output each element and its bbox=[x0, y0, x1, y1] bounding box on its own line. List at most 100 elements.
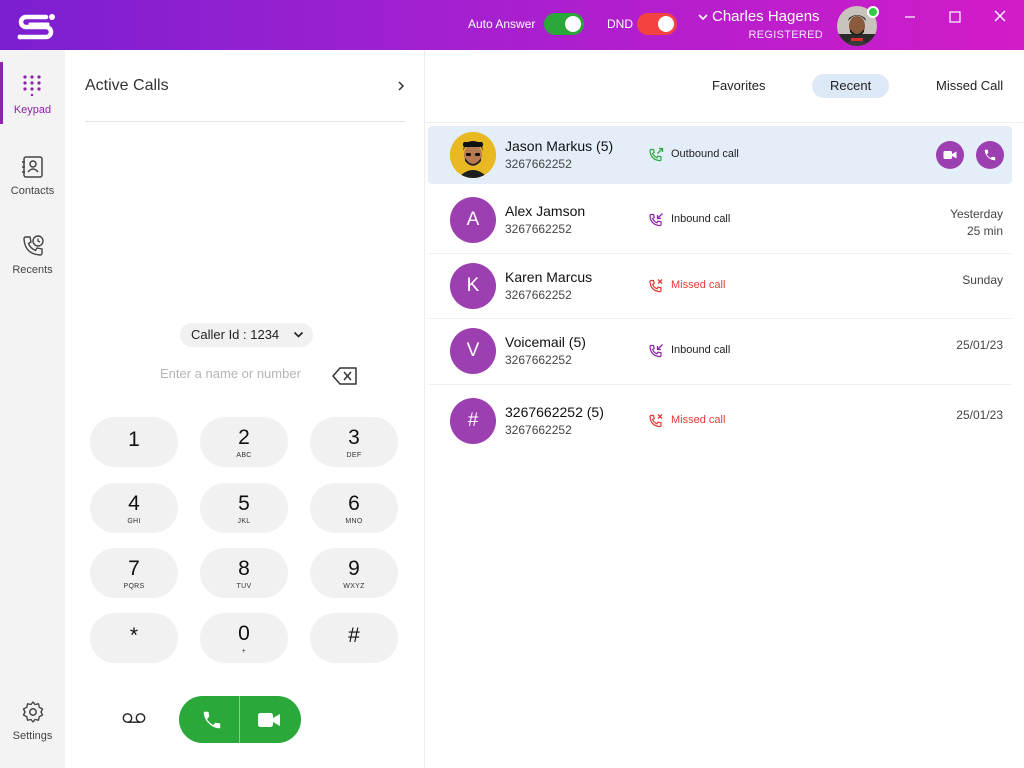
tab-recent[interactable]: Recent bbox=[812, 74, 890, 98]
contact-number: 3267662252 bbox=[505, 222, 572, 236]
key-2[interactable]: 2 ABC bbox=[200, 417, 288, 467]
key-5[interactable]: 5 JKL bbox=[200, 483, 288, 533]
registration-status: REGISTERED bbox=[748, 29, 823, 41]
key-3[interactable]: 3 DEF bbox=[310, 417, 398, 467]
key-star[interactable]: * bbox=[90, 613, 178, 663]
key-7[interactable]: 7 PQRS bbox=[90, 548, 178, 598]
gear-icon bbox=[22, 701, 44, 723]
keypad-icon bbox=[23, 75, 41, 96]
key-digit: 1 bbox=[128, 428, 140, 451]
key-letters: ABC bbox=[236, 452, 252, 459]
missed-call-icon bbox=[648, 413, 664, 429]
backspace-icon[interactable] bbox=[332, 367, 358, 385]
recent-call-row[interactable]: K Karen Marcus 3267662252 Missed call Sunday bbox=[428, 257, 1012, 315]
recents-panel: Favorites Recent Missed Call Jason Marku… bbox=[425, 50, 1024, 768]
key-letters: JKL bbox=[237, 518, 251, 525]
voicemail-icon[interactable] bbox=[122, 711, 146, 725]
nav-item-recents[interactable]: Recents bbox=[0, 222, 65, 292]
minimize-icon[interactable] bbox=[898, 8, 922, 28]
call-time: Sunday bbox=[962, 272, 1003, 289]
recent-call-row[interactable]: A Alex Jamson 3267662252 Inbound call Yester… bbox=[428, 191, 1012, 249]
inbound-call-icon bbox=[648, 343, 664, 359]
key-letters: DEF bbox=[346, 452, 362, 459]
contacts-icon bbox=[22, 156, 43, 178]
key-8[interactable]: 8 TUV bbox=[200, 548, 288, 598]
call-date: Yesterday bbox=[950, 207, 1003, 221]
video-call-button[interactable] bbox=[240, 696, 301, 743]
recent-call-row[interactable]: V Voicemail (5) 3267662252 Inbound call 25/0… bbox=[428, 322, 1012, 380]
call-type-label: Missed call bbox=[671, 414, 726, 426]
key-9[interactable]: 9 WXYZ bbox=[310, 548, 398, 598]
row-voice-call-button[interactable] bbox=[976, 141, 1004, 169]
contact-name: Karen Marcus bbox=[505, 269, 593, 285]
key-digit: 3 bbox=[348, 426, 360, 449]
call-date: 25/01/23 bbox=[956, 338, 1003, 352]
call-button-group bbox=[179, 696, 301, 743]
contact-number: 3267662252 bbox=[505, 353, 572, 367]
key-0[interactable]: 0 + bbox=[200, 613, 288, 663]
call-type-label: Missed call bbox=[671, 279, 726, 291]
key-6[interactable]: 6 MNO bbox=[310, 483, 398, 533]
video-camera-icon bbox=[943, 151, 957, 159]
key-hash[interactable]: # bbox=[310, 613, 398, 663]
key-digit: 5 bbox=[238, 492, 250, 515]
nav-item-settings[interactable]: Settings bbox=[0, 688, 65, 758]
contact-name: 3267662252 (5) bbox=[505, 404, 604, 420]
tab-favorites[interactable]: Favorites bbox=[694, 74, 783, 98]
phone-icon bbox=[203, 711, 221, 729]
recent-call-row[interactable]: Jason Markus (5) 3267662252 Outbound call bbox=[428, 126, 1012, 184]
call-date: Sunday bbox=[962, 273, 1003, 287]
divider bbox=[425, 122, 1024, 123]
key-letters: + bbox=[241, 648, 247, 655]
online-status-dot bbox=[867, 6, 879, 18]
inbound-call-icon bbox=[648, 212, 664, 228]
contact-number: 3267662252 bbox=[505, 288, 572, 302]
nav-label: Contacts bbox=[10, 185, 55, 197]
close-icon[interactable] bbox=[988, 8, 1012, 28]
contact-avatar-initial: A bbox=[450, 197, 496, 243]
outbound-call-icon bbox=[648, 147, 664, 163]
nav-item-contacts[interactable]: Contacts bbox=[0, 143, 65, 213]
chevron-right-icon[interactable] bbox=[395, 79, 407, 93]
voice-call-button[interactable] bbox=[179, 696, 240, 743]
row-video-call-button[interactable] bbox=[936, 141, 964, 169]
key-digit: 6 bbox=[348, 492, 360, 515]
contact-avatar-initial: # bbox=[450, 398, 496, 444]
call-type-label: Inbound call bbox=[671, 213, 731, 225]
key-1[interactable]: 1 bbox=[90, 417, 178, 467]
tab-missed-call[interactable]: Missed Call bbox=[918, 74, 1021, 98]
contact-avatar-photo bbox=[450, 132, 496, 178]
app-logo-icon bbox=[17, 14, 55, 40]
nav-label: Recents bbox=[12, 264, 53, 276]
chevron-down-icon[interactable] bbox=[697, 11, 709, 23]
contact-name: Jason Markus (5) bbox=[505, 138, 614, 154]
auto-answer-toggle[interactable] bbox=[544, 13, 584, 35]
key-digit: # bbox=[348, 624, 360, 647]
caller-id-value: Caller Id : 1234 bbox=[191, 327, 280, 342]
contact-avatar-initial: V bbox=[450, 328, 496, 374]
keypad-panel: Active Calls Caller Id : 1234 1 2 ABC 3 DEF 4… bbox=[65, 50, 425, 768]
video-camera-icon bbox=[258, 713, 280, 727]
contact-number: 3267662252 bbox=[505, 423, 572, 437]
contact-name: Voicemail (5) bbox=[505, 334, 586, 350]
active-calls-title[interactable]: Active Calls bbox=[85, 77, 169, 95]
dnd-toggle[interactable] bbox=[637, 13, 677, 35]
key-4[interactable]: 4 GHI bbox=[90, 483, 178, 533]
call-duration: 25 min bbox=[966, 224, 1003, 238]
key-digit: * bbox=[129, 624, 139, 647]
recent-call-row[interactable]: #3267662252 (5) 3267662252 Missed call 25/0… bbox=[428, 392, 1012, 450]
maximize-icon[interactable] bbox=[943, 8, 967, 28]
key-letters: PQRS bbox=[123, 583, 145, 590]
call-time: Yesterday 25 min bbox=[950, 206, 1003, 240]
nav-item-keypad[interactable]: Keypad bbox=[0, 62, 65, 132]
row-divider bbox=[428, 318, 1012, 319]
recents-icon bbox=[23, 235, 44, 256]
dial-number-input[interactable] bbox=[160, 366, 330, 381]
caller-id-select[interactable]: Caller Id : 1234 bbox=[180, 323, 314, 347]
dnd-label: DND bbox=[607, 17, 633, 31]
key-digit: 8 bbox=[238, 557, 250, 580]
key-digit: 4 bbox=[128, 492, 140, 515]
key-letters: TUV bbox=[236, 583, 252, 590]
user-name[interactable]: Charles Hagens bbox=[712, 8, 820, 25]
key-digit: 7 bbox=[128, 557, 140, 580]
